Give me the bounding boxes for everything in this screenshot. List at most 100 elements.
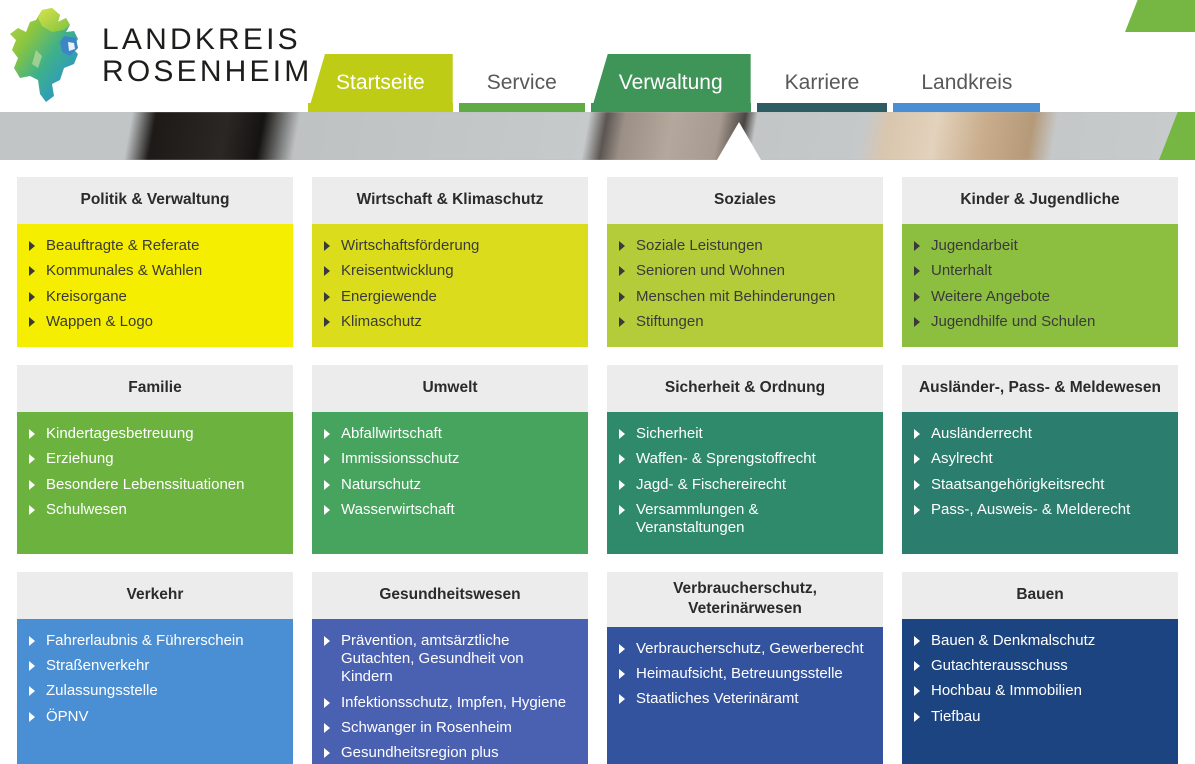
service-card: Verkehr Fahrerlaubnis & Führerschein Straß… [17, 571, 293, 764]
service-card-link-item[interactable]: Unterhalt [914, 262, 1166, 280]
service-card-link-item[interactable]: Energiewende [324, 288, 576, 306]
chevron-right-icon [619, 266, 625, 277]
service-card-link-item[interactable]: Menschen mit Behinderungen [619, 288, 871, 306]
service-card-link-item[interactable]: Prävention, amtsärztliche Gutachten, Ges… [324, 632, 576, 687]
service-card-link-item[interactable]: Infektionsschutz, Impfen, Hygiene [324, 694, 576, 712]
chevron-right-icon [324, 429, 330, 440]
white-triangle-pointer-icon [717, 122, 761, 160]
service-card-links: Kindertagesbetreuung Erziehung Besondere L… [17, 412, 293, 554]
service-card-link-item[interactable]: Versammlungen & Veranstaltungen [619, 501, 871, 538]
site-logo[interactable]: LANDKREIS ROSENHEIM [8, 6, 313, 106]
chevron-right-icon [619, 316, 625, 327]
chevron-right-icon [914, 660, 920, 671]
service-card-link-item[interactable]: Jugendhilfe und Schulen [914, 313, 1166, 331]
service-card-link-item[interactable]: Hochbau & Immobilien [914, 682, 1166, 700]
service-card-link-item[interactable]: Klimaschutz [324, 313, 576, 331]
chevron-right-icon [914, 429, 920, 440]
service-card-link-item[interactable]: Straßenverkehr [29, 657, 281, 675]
service-card-link-item[interactable]: Fahrerlaubnis & Führerschein [29, 632, 281, 650]
chevron-right-icon [914, 316, 920, 327]
district-map-logo-icon [10, 8, 78, 102]
service-card: Gesundheitswesen Prävention, amtsärztlich… [312, 571, 588, 764]
service-card: Kinder & Jugendliche Jugendarbeit Unterhal… [902, 177, 1178, 348]
service-card-link-label: Prävention, amtsärztliche Gutachten, Ges… [341, 631, 524, 686]
service-card-link-item[interactable]: Staatliches Veterinäramt [619, 690, 871, 708]
service-card-link-item[interactable]: Waffen- & Sprengstoffrecht [619, 450, 871, 468]
service-card-link-item[interactable]: Wappen & Logo [29, 313, 281, 331]
service-card-link-label: Soziale Leistungen [636, 237, 763, 254]
tab-startseite[interactable]: Startseite [308, 54, 453, 112]
chevron-right-icon [29, 711, 35, 722]
service-card-link-label: Gesundheitsregion plus [341, 744, 499, 762]
service-card-link-item[interactable]: Kindertagesbetreuung [29, 425, 281, 443]
service-card-link-item[interactable]: Stiftungen [619, 313, 871, 331]
service-card-link-item[interactable]: Soziale Leistungen [619, 237, 871, 255]
chevron-right-icon [619, 643, 625, 654]
service-card-link-item[interactable]: Naturschutz [324, 476, 576, 494]
service-card-links: Sicherheit Waffen- & Sprengstoffrecht Jagd… [607, 412, 883, 554]
tab-landkreis-label: Landkreis [921, 71, 1013, 94]
service-card-link-label: Sicherheit [636, 425, 703, 443]
tab-startseite-label: Startseite [336, 71, 425, 94]
service-card-link-item[interactable]: Kommunales & Wahlen [29, 262, 281, 280]
service-card-link-item[interactable]: Schulwesen [29, 501, 281, 519]
service-card-link-item[interactable]: Gesundheitsregion plus [324, 744, 576, 762]
service-card: Umwelt Abfallwirtschaft Immissionsschutz Na… [312, 365, 588, 554]
tab-karriere[interactable]: Karriere [756, 54, 888, 112]
service-card-link-item[interactable]: Wasserwirtschaft [324, 501, 576, 519]
chevron-right-icon [324, 241, 330, 251]
service-card-link-item[interactable]: Kreisorgane [29, 288, 281, 306]
service-card-link-item[interactable]: Pass-, Ausweis- & Melderecht [914, 501, 1166, 519]
tab-verwaltung[interactable]: Verwaltung [590, 54, 751, 112]
chevron-right-icon [324, 479, 330, 490]
service-card-link-item[interactable]: Tiefbau [914, 708, 1166, 726]
chevron-right-icon [619, 505, 625, 516]
tab-landkreis[interactable]: Landkreis [893, 54, 1041, 112]
service-card-link-item[interactable]: Asylrecht [914, 450, 1166, 468]
service-card-link-label: Energiewende [341, 287, 437, 305]
service-card-link-item[interactable]: Sicherheit [619, 425, 871, 443]
service-card-link-item[interactable]: ÖPNV [29, 708, 281, 726]
service-card-link-item[interactable]: Zulassungsstelle [29, 682, 281, 700]
chevron-right-icon [914, 711, 920, 722]
service-card-link-item[interactable]: Immissionsschutz [324, 450, 576, 468]
service-card-link-item[interactable]: Staatsangehörigkeitsrecht [914, 476, 1166, 494]
service-card-link-item[interactable]: Verbraucherschutz, Gewerberecht [619, 640, 871, 658]
chevron-right-icon [324, 505, 330, 516]
service-card-link-item[interactable]: Beauftragte & Referate [29, 237, 281, 255]
service-card-link-item[interactable]: Besondere Lebenssituationen [29, 476, 281, 494]
service-card: Ausländer-, Pass- & Meldewesen Ausländerr… [902, 365, 1178, 554]
service-card-link-item[interactable]: Jugendarbeit [914, 237, 1166, 255]
service-card-link-item[interactable]: Wirtschaftsförderung [324, 237, 576, 255]
service-card: Politik & Verwaltung Beauftragte & Refera… [17, 177, 293, 348]
service-card-link-item[interactable]: Heimaufsicht, Betreuungsstelle [619, 665, 871, 683]
service-card-link-label: Fahrerlaubnis & Führerschein [46, 631, 244, 649]
chevron-right-icon [914, 454, 920, 465]
service-card-link-label: Heimaufsicht, Betreuungsstelle [636, 664, 843, 682]
service-card-link-item[interactable]: Erziehung [29, 450, 281, 468]
service-card-link-item[interactable]: Kreisentwicklung [324, 262, 576, 280]
service-card-link-item[interactable]: Jagd- & Fischereirecht [619, 476, 871, 494]
service-card-link-item[interactable]: Schwanger in Rosenheim [324, 719, 576, 737]
tab-service[interactable]: Service [458, 54, 585, 112]
service-card-link-label: Stiftungen [636, 312, 704, 330]
service-card-link-label: Staatsangehörigkeitsrecht [931, 475, 1105, 493]
chevron-right-icon [619, 479, 625, 490]
service-card-link-item[interactable]: Senioren und Wohnen [619, 262, 871, 280]
service-card-link-label: Gutachterausschuss [931, 656, 1068, 674]
service-card-link-item[interactable]: Abfallwirtschaft [324, 425, 576, 443]
service-card-link-item[interactable]: Gutachterausschuss [914, 657, 1166, 675]
service-card-link-label: Tiefbau [931, 707, 981, 725]
service-card-title: Umwelt [312, 365, 588, 413]
logo-wordmark: LANDKREIS ROSENHEIM [102, 22, 313, 88]
service-card-title: Wirtschaft & Klimaschutz [312, 177, 588, 224]
service-card-link-label: Jugendhilfe und Schulen [931, 312, 1096, 330]
service-card-link-label: Beauftragte & Referate [46, 237, 200, 254]
chevron-right-icon [324, 635, 330, 646]
chevron-right-icon [324, 316, 330, 327]
hero-photo-strip [0, 112, 1195, 160]
service-card-link-item[interactable]: Weitere Angebote [914, 288, 1166, 306]
service-card-link-label: Weitere Angebote [931, 287, 1050, 305]
service-card-link-item[interactable]: Bauen & Denkmalschutz [914, 632, 1166, 650]
service-card-link-item[interactable]: Ausländerrecht [914, 425, 1166, 443]
